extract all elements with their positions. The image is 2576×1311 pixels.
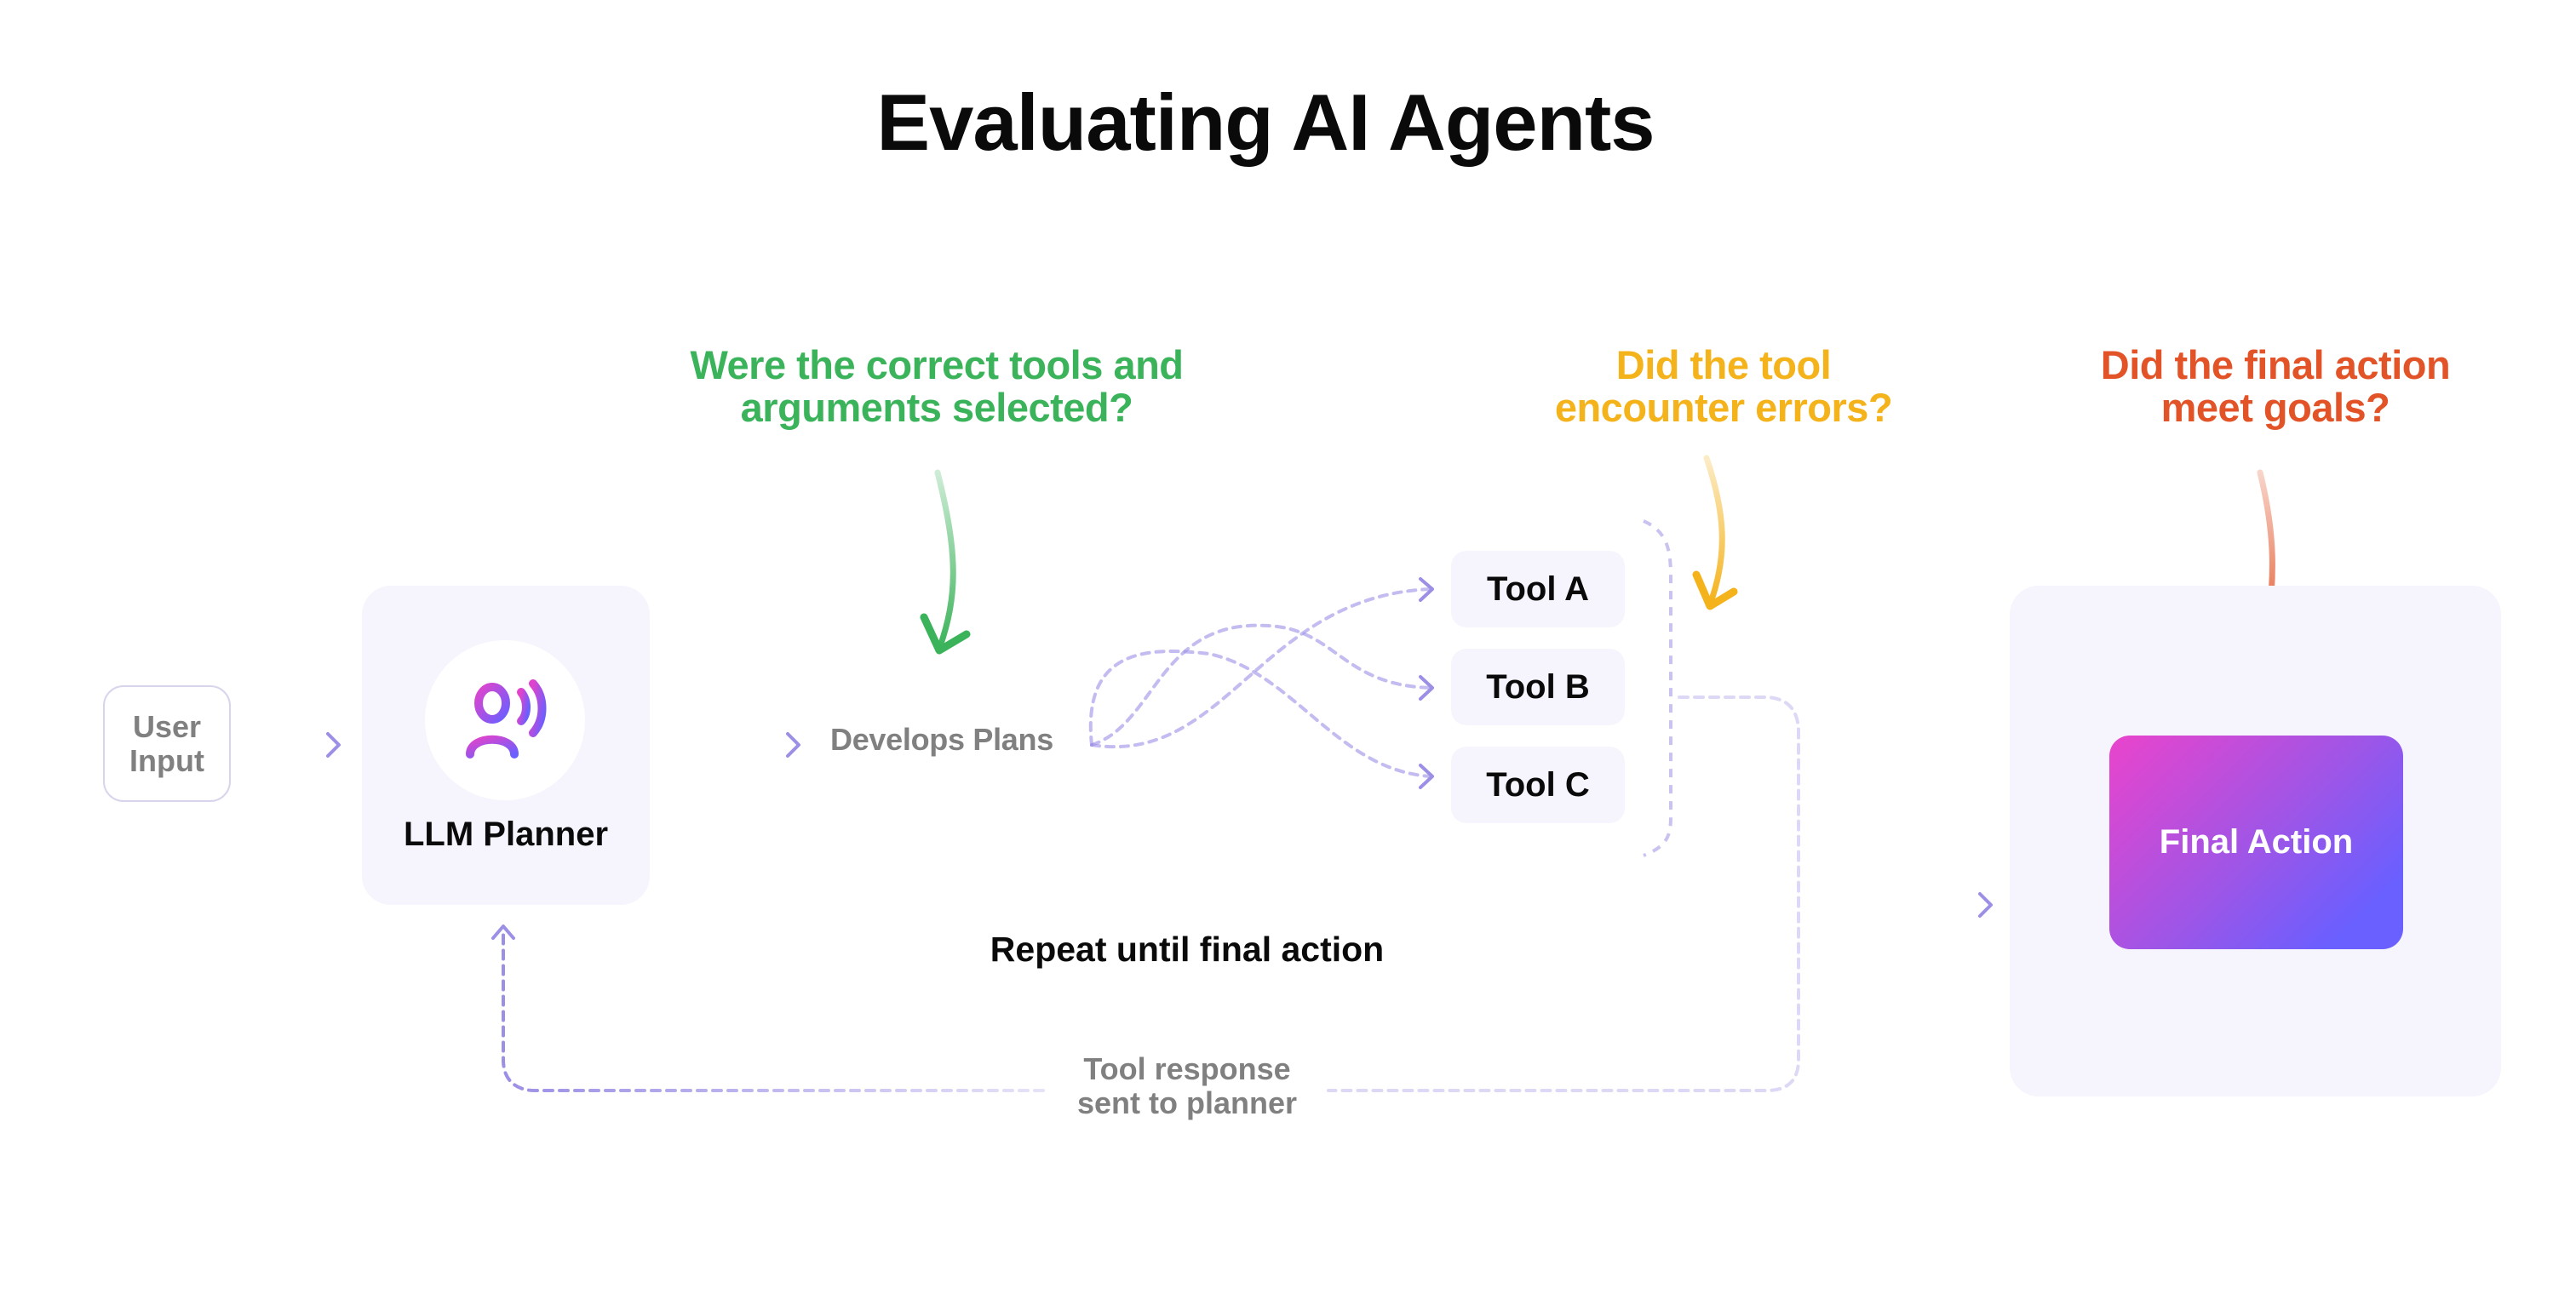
arrow-planner-to-plans — [671, 732, 800, 758]
tool-label: Tool B — [1486, 667, 1590, 706]
question-line: Were the correct tools and — [690, 342, 1185, 387]
diagram-title: Evaluating AI Agents — [876, 77, 1655, 167]
question-line: meet goals? — [2160, 385, 2390, 430]
llm-planner-node: LLM Planner — [362, 586, 650, 905]
arrow-user-to-planner — [254, 732, 341, 758]
repeat-label: Repeat until final action — [990, 930, 1385, 969]
tool-response-line: Tool response — [1083, 1051, 1291, 1086]
question-line: Did the final action — [2100, 342, 2451, 387]
tool-a-node: Tool A — [1451, 551, 1625, 627]
tool-b-node: Tool B — [1451, 649, 1625, 725]
question-tool-errors: Did the tool encounter errors? — [1511, 344, 1936, 429]
final-action-container: Final Action — [2010, 586, 2501, 1096]
llm-planner-label: LLM Planner — [403, 816, 609, 853]
tool-c-node: Tool C — [1451, 747, 1625, 823]
tool-response-label: Tool response sent to planner — [1017, 1052, 1357, 1120]
tool-label: Tool C — [1486, 765, 1590, 804]
question-line: Did the tool — [1615, 342, 1832, 387]
final-action-label: Final Action — [2159, 823, 2354, 861]
tools-bracket — [1643, 519, 1672, 857]
question-tool-selection: Were the correct tools and arguments sel… — [639, 344, 1235, 429]
user-input-node: User Input — [103, 685, 231, 802]
user-input-line: User — [132, 708, 202, 744]
plan-to-tool-c-curve — [1088, 650, 1434, 789]
tool-response-line: sent to planner — [1076, 1085, 1298, 1120]
question-final-goal: Did the final action meet goals? — [2020, 344, 2531, 429]
llm-planner-icon-circle — [425, 640, 585, 800]
develops-plans-label: Develops Plans — [830, 722, 1053, 757]
green-question-arrow — [920, 469, 971, 655]
final-action-node: Final Action — [2109, 736, 2403, 949]
tool-label: Tool A — [1487, 570, 1589, 608]
question-line: arguments selected? — [740, 385, 1133, 430]
arrow-to-final-action — [1910, 892, 1993, 918]
person-speaking-icon — [466, 679, 547, 759]
question-line: encounter errors? — [1554, 385, 1893, 430]
yellow-question-arrow — [1692, 455, 1738, 610]
plan-to-tool-a-curve — [1090, 577, 1434, 748]
user-input-line: Input — [129, 742, 204, 778]
plan-to-tool-b-curve — [1090, 623, 1434, 747]
